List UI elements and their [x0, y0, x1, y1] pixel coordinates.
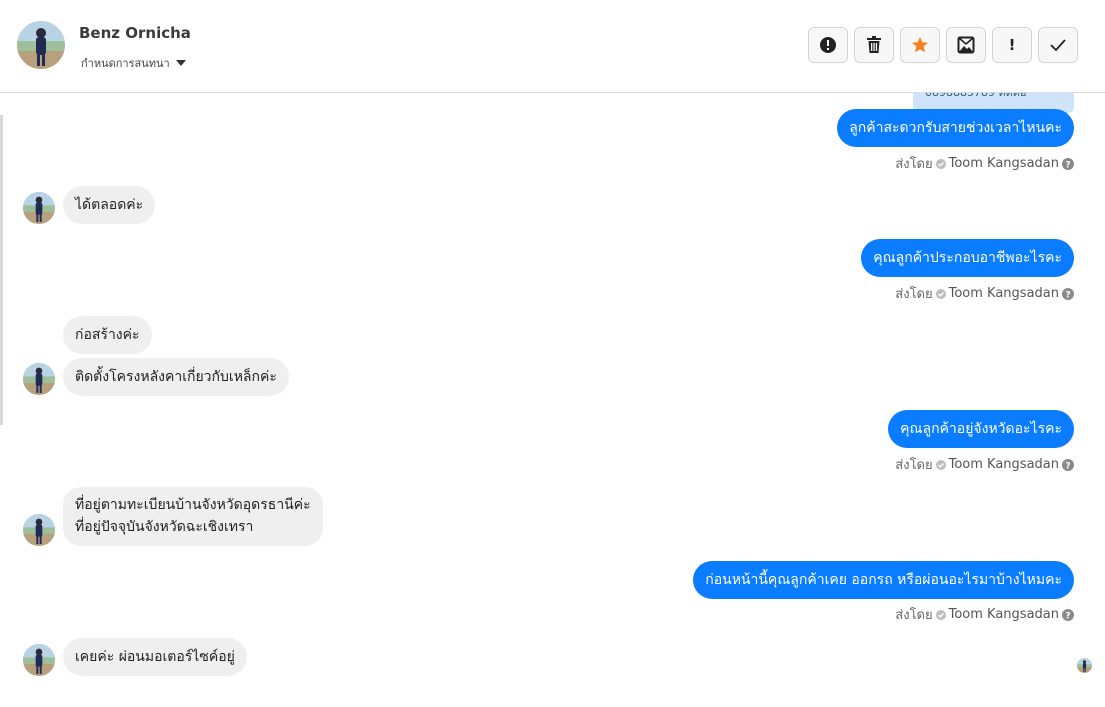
- conversation-toolbar: !: [808, 27, 1078, 63]
- message-line: ที่อยู่ปัจจุบันจังหวัดฉะเชิงเทรา: [75, 519, 254, 535]
- scrollbar[interactable]: [0, 115, 3, 425]
- agent-name: Toom Kangsadan: [948, 457, 1059, 472]
- svg-text:?: ?: [1065, 611, 1070, 621]
- message-bubble-incoming: ติดตั้งโครงหลังคาเกี่ยวกับเหล็กค่ะ: [63, 358, 289, 396]
- contact-avatar-small: [23, 514, 55, 546]
- chevron-down-icon: [175, 60, 186, 66]
- conversation-status-label: กำหนดการสนทนา: [81, 57, 170, 70]
- message-sent-by: ส่งโดย Toom Kangsadan ?: [895, 283, 1074, 304]
- verified-check-icon: [935, 288, 946, 299]
- message-bubble-outgoing: ก่อนหน้านี้คุณลูกค้าเคย ออกรถ หรือผ่อนอะ…: [693, 561, 1074, 599]
- help-circle-icon[interactable]: ?: [1062, 458, 1074, 471]
- svg-text:?: ?: [1065, 160, 1070, 170]
- check-icon: [1050, 39, 1066, 52]
- agent-name: Toom Kangsadan: [948, 286, 1059, 301]
- conversation-header: Benz Ornicha กำหนดการสนทนา !: [0, 0, 1105, 93]
- contact-avatar-small: [23, 644, 55, 676]
- verified-check-icon: [935, 158, 946, 169]
- svg-text:?: ?: [1065, 461, 1070, 471]
- sent-by-label: ส่งโดย: [895, 608, 933, 623]
- sent-by-label: ส่งโดย: [895, 157, 933, 172]
- exclamation-icon: !: [1008, 36, 1016, 54]
- help-circle-icon[interactable]: ?: [1062, 157, 1074, 170]
- message-sent-by: ส่งโดย Toom Kangsadan ?: [895, 153, 1074, 174]
- help-circle-icon[interactable]: ?: [1062, 287, 1074, 300]
- message-bubble-incoming: ก่อสร้างค่ะ: [63, 316, 152, 354]
- conversation-status-dropdown[interactable]: กำหนดการสนทนา: [81, 54, 186, 72]
- verified-check-icon: [935, 459, 946, 470]
- mark-important-button[interactable]: !: [992, 27, 1032, 63]
- message-bubble-outgoing: คุณลูกค้าประกอบอาชีพอะไรคะ: [861, 239, 1074, 277]
- message-bubble-outgoing: ลูกค้าสะดวกรับสายช่วงเวลาไหนคะ: [837, 109, 1074, 147]
- seen-receipt-avatar: [1077, 658, 1092, 673]
- sent-by-label: ส่งโดย: [895, 287, 933, 302]
- svg-text:?: ?: [1065, 290, 1070, 300]
- contact-avatar-small: [23, 363, 55, 395]
- delete-button[interactable]: [854, 27, 894, 63]
- verified-check-icon: [935, 609, 946, 620]
- message-bubble-incoming: เคยค่ะ ผ่อนมอเตอร์ไซค์อยู่: [63, 638, 247, 676]
- image-mail-icon: [957, 36, 975, 54]
- message-text: 0898885789 ติดต่อ: [925, 93, 1027, 101]
- trash-icon: [867, 36, 881, 53]
- contact-avatar[interactable]: [17, 21, 65, 69]
- contact-name[interactable]: Benz Ornicha: [79, 24, 191, 42]
- help-circle-icon[interactable]: ?: [1062, 608, 1074, 621]
- message-bubble-incoming: ได้ตลอดค่ะ: [63, 186, 156, 224]
- star-icon: [912, 37, 928, 53]
- sent-by-label: ส่งโดย: [895, 458, 933, 473]
- contact-avatar-small: [23, 192, 55, 224]
- report-spam-button[interactable]: [808, 27, 848, 63]
- message-bubble-incoming: ที่อยู่ตามทะเบียนบ้านจังหวัดอุดรธานีค่ะ …: [63, 487, 323, 546]
- mark-done-button[interactable]: [1038, 27, 1078, 63]
- message-sent-by: ส่งโดย Toom Kangsadan ?: [895, 454, 1074, 475]
- move-to-inbox-button[interactable]: [946, 27, 986, 63]
- message-sent-by: ส่งโดย Toom Kangsadan ?: [895, 604, 1074, 625]
- alert-circle-icon: [820, 37, 836, 53]
- message-line: ที่อยู่ตามทะเบียนบ้านจังหวัดอุดรธานีค่ะ: [75, 497, 311, 513]
- star-button[interactable]: [900, 27, 940, 63]
- agent-name: Toom Kangsadan: [948, 156, 1059, 171]
- message-bubble-outgoing: คุณลูกค้าอยู่จังหวัดอะไรคะ: [888, 410, 1074, 448]
- agent-name: Toom Kangsadan: [948, 607, 1059, 622]
